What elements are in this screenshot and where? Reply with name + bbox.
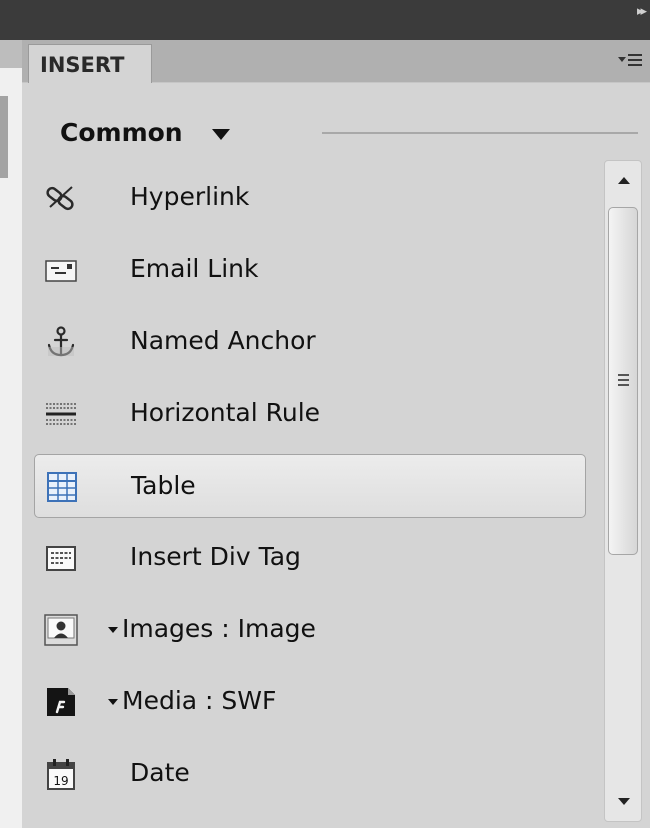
insert-item-label: Email Link xyxy=(130,254,259,283)
scroll-down-arrow-icon[interactable] xyxy=(618,798,630,805)
tab-insert[interactable]: INSERT xyxy=(28,44,152,83)
collapse-panel-icon[interactable]: ▸▸ xyxy=(637,4,647,19)
grip-line xyxy=(618,379,629,381)
insert-item-hyperlink[interactable]: Hyperlink xyxy=(34,166,586,230)
date-icon: 19 xyxy=(44,757,78,791)
insert-item-insert-div-tag[interactable]: Insert Div Tag xyxy=(34,526,586,590)
table-icon xyxy=(45,470,79,504)
insert-panel: INSERT Common Hyperlink Email Link Named… xyxy=(22,40,650,828)
dropdown-caret-icon[interactable] xyxy=(108,627,118,633)
insert-item-horizontal-rule[interactable]: Horizontal Rule xyxy=(34,382,586,446)
category-divider xyxy=(322,132,638,134)
insert-item-label: Media : SWF xyxy=(122,686,277,715)
hyperlink-icon xyxy=(44,181,78,215)
tab-strip: INSERT xyxy=(22,40,650,83)
scroll-up-arrow-icon[interactable] xyxy=(618,177,630,184)
email-link-icon xyxy=(44,253,78,287)
insert-item-email-link[interactable]: Email Link xyxy=(34,238,586,302)
insert-item-label: Horizontal Rule xyxy=(130,398,321,427)
insert-item-media-swf[interactable]: Media : SWF xyxy=(34,670,586,734)
left-strip-edge xyxy=(0,96,8,178)
insert-item-label: Insert Div Tag xyxy=(130,542,301,571)
insert-item-label: Named Anchor xyxy=(130,326,316,355)
panel-title-bar: ▸▸ xyxy=(0,0,650,40)
insert-item-label: Hyperlink xyxy=(130,182,250,211)
category-label: Common xyxy=(60,118,183,147)
grip-line xyxy=(618,384,629,386)
insert-item-named-anchor[interactable]: Named Anchor xyxy=(34,310,586,374)
scrollbar-thumb[interactable] xyxy=(608,207,638,555)
left-strip-header xyxy=(0,40,22,68)
insert-item-images-image[interactable]: Images : Image xyxy=(34,598,586,662)
image-icon xyxy=(44,613,78,647)
insert-item-label: Table xyxy=(131,471,196,500)
panel-options-menu-icon[interactable] xyxy=(618,52,644,70)
dropdown-caret-icon[interactable] xyxy=(108,699,118,705)
category-dropdown[interactable]: Common xyxy=(60,118,230,150)
insert-div-tag-icon xyxy=(44,541,78,575)
insert-item-date[interactable]: 19 Date xyxy=(34,742,586,806)
category-chevron-down-icon xyxy=(212,129,230,140)
date-icon-day: 19 xyxy=(53,774,68,788)
named-anchor-icon xyxy=(44,325,78,359)
insert-item-label: Images : Image xyxy=(122,614,316,643)
tab-insert-label: INSERT xyxy=(40,53,125,77)
vertical-scrollbar[interactable] xyxy=(604,160,642,822)
insert-item-label: Date xyxy=(130,758,190,787)
left-docked-strip xyxy=(0,40,22,828)
insert-item-table[interactable]: Table xyxy=(34,454,586,518)
swf-media-icon xyxy=(44,685,78,719)
horizontal-rule-icon xyxy=(44,397,78,431)
grip-line xyxy=(618,374,629,376)
